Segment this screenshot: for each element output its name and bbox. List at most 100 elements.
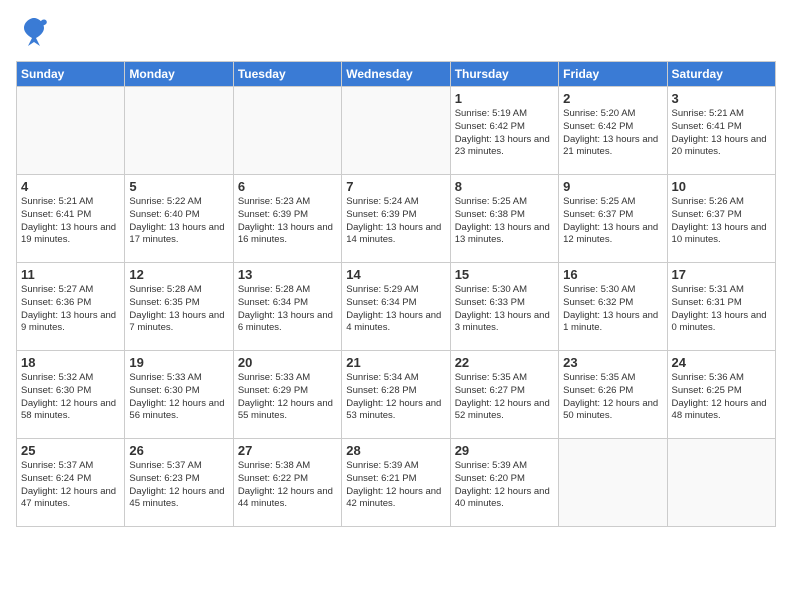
calendar-week-row: 18 Sunrise: 5:32 AM Sunset: 6:30 PM Dayli… (17, 351, 776, 439)
calendar-cell: 10 Sunrise: 5:26 AM Sunset: 6:37 PM Dayli… (667, 175, 775, 263)
calendar-table: SundayMondayTuesdayWednesdayThursdayFrid… (16, 61, 776, 527)
calendar-cell: 22 Sunrise: 5:35 AM Sunset: 6:27 PM Dayli… (450, 351, 558, 439)
day-number: 5 (129, 179, 228, 194)
calendar-cell: 28Sunrise: 5:39 AM Sunset: 6:21 PM Dayli… (342, 439, 450, 527)
day-info: Sunrise: 5:23 AM Sunset: 6:39 PM Dayligh… (238, 196, 337, 247)
day-number: 12 (129, 267, 228, 282)
day-number: 2 (563, 91, 662, 106)
day-info: Sunrise: 5:37 AM Sunset: 6:23 PM Dayligh… (129, 460, 228, 511)
day-number: 21 (346, 355, 445, 370)
calendar-week-row: 1 Sunrise: 5:19 AM Sunset: 6:42 PM Daylig… (17, 87, 776, 175)
calendar-cell: 26 Sunrise: 5:37 AM Sunset: 6:23 PM Dayli… (125, 439, 233, 527)
day-number: 14 (346, 267, 445, 282)
day-number: 9 (563, 179, 662, 194)
calendar-cell: 18 Sunrise: 5:32 AM Sunset: 6:30 PM Dayli… (17, 351, 125, 439)
day-header-wednesday: Wednesday (342, 62, 450, 87)
day-info: Sunrise: 5:30 AM Sunset: 6:32 PM Dayligh… (563, 284, 662, 335)
calendar-cell: 12Sunrise: 5:28 AM Sunset: 6:35 PM Dayli… (125, 263, 233, 351)
day-info: Sunrise: 5:24 AM Sunset: 6:39 PM Dayligh… (346, 196, 445, 247)
day-number: 20 (238, 355, 337, 370)
day-info: Sunrise: 5:36 AM Sunset: 6:25 PM Dayligh… (672, 372, 771, 423)
day-header-thursday: Thursday (450, 62, 558, 87)
day-number: 4 (21, 179, 120, 194)
calendar-cell: 9 Sunrise: 5:25 AM Sunset: 6:37 PM Daylig… (559, 175, 667, 263)
calendar-cell: 24 Sunrise: 5:36 AM Sunset: 6:25 PM Dayli… (667, 351, 775, 439)
day-number: 15 (455, 267, 554, 282)
calendar-cell: 21Sunrise: 5:34 AM Sunset: 6:28 PM Dayli… (342, 351, 450, 439)
calendar-cell: 19Sunrise: 5:33 AM Sunset: 6:30 PM Dayli… (125, 351, 233, 439)
day-header-sunday: Sunday (17, 62, 125, 87)
day-info: Sunrise: 5:38 AM Sunset: 6:22 PM Dayligh… (238, 460, 337, 511)
day-header-friday: Friday (559, 62, 667, 87)
calendar-cell: 8 Sunrise: 5:25 AM Sunset: 6:38 PM Daylig… (450, 175, 558, 263)
day-number: 25 (21, 443, 120, 458)
day-info: Sunrise: 5:20 AM Sunset: 6:42 PM Dayligh… (563, 108, 662, 159)
day-number: 24 (672, 355, 771, 370)
calendar-cell: 20 Sunrise: 5:33 AM Sunset: 6:29 PM Dayli… (233, 351, 341, 439)
calendar-cell (667, 439, 775, 527)
day-info: Sunrise: 5:21 AM Sunset: 6:41 PM Dayligh… (672, 108, 771, 159)
day-header-monday: Monday (125, 62, 233, 87)
day-number: 23 (563, 355, 662, 370)
day-number: 8 (455, 179, 554, 194)
calendar-week-row: 25 Sunrise: 5:37 AM Sunset: 6:24 PM Dayli… (17, 439, 776, 527)
logo (16, 16, 48, 53)
day-number: 27 (238, 443, 337, 458)
calendar-cell: 29Sunrise: 5:39 AM Sunset: 6:20 PM Dayli… (450, 439, 558, 527)
day-info: Sunrise: 5:28 AM Sunset: 6:34 PM Dayligh… (238, 284, 337, 335)
calendar-cell (342, 87, 450, 175)
day-number: 1 (455, 91, 554, 106)
calendar-cell (125, 87, 233, 175)
day-info: Sunrise: 5:31 AM Sunset: 6:31 PM Dayligh… (672, 284, 771, 335)
calendar-cell (17, 87, 125, 175)
day-number: 11 (21, 267, 120, 282)
calendar-cell: 4 Sunrise: 5:21 AM Sunset: 6:41 PM Daylig… (17, 175, 125, 263)
day-number: 10 (672, 179, 771, 194)
day-info: Sunrise: 5:26 AM Sunset: 6:37 PM Dayligh… (672, 196, 771, 247)
logo-bird-icon (20, 16, 48, 53)
day-number: 29 (455, 443, 554, 458)
calendar-cell: 25 Sunrise: 5:37 AM Sunset: 6:24 PM Dayli… (17, 439, 125, 527)
day-info: Sunrise: 5:35 AM Sunset: 6:26 PM Dayligh… (563, 372, 662, 423)
day-info: Sunrise: 5:22 AM Sunset: 6:40 PM Dayligh… (129, 196, 228, 247)
calendar-cell: 7 Sunrise: 5:24 AM Sunset: 6:39 PM Daylig… (342, 175, 450, 263)
day-number: 28 (346, 443, 445, 458)
calendar-week-row: 4 Sunrise: 5:21 AM Sunset: 6:41 PM Daylig… (17, 175, 776, 263)
day-number: 16 (563, 267, 662, 282)
day-number: 26 (129, 443, 228, 458)
calendar-header-row: SundayMondayTuesdayWednesdayThursdayFrid… (17, 62, 776, 87)
calendar-cell: 3 Sunrise: 5:21 AM Sunset: 6:41 PM Daylig… (667, 87, 775, 175)
day-header-saturday: Saturday (667, 62, 775, 87)
day-info: Sunrise: 5:33 AM Sunset: 6:30 PM Dayligh… (129, 372, 228, 423)
calendar-cell (559, 439, 667, 527)
day-number: 7 (346, 179, 445, 194)
day-number: 22 (455, 355, 554, 370)
day-info: Sunrise: 5:35 AM Sunset: 6:27 PM Dayligh… (455, 372, 554, 423)
day-info: Sunrise: 5:19 AM Sunset: 6:42 PM Dayligh… (455, 108, 554, 159)
day-number: 3 (672, 91, 771, 106)
day-number: 18 (21, 355, 120, 370)
day-info: Sunrise: 5:29 AM Sunset: 6:34 PM Dayligh… (346, 284, 445, 335)
calendar-cell: 1 Sunrise: 5:19 AM Sunset: 6:42 PM Daylig… (450, 87, 558, 175)
header (16, 16, 776, 53)
calendar-cell: 11 Sunrise: 5:27 AM Sunset: 6:36 PM Dayli… (17, 263, 125, 351)
day-info: Sunrise: 5:32 AM Sunset: 6:30 PM Dayligh… (21, 372, 120, 423)
calendar-cell: 13Sunrise: 5:28 AM Sunset: 6:34 PM Dayli… (233, 263, 341, 351)
calendar-cell: 14 Sunrise: 5:29 AM Sunset: 6:34 PM Dayli… (342, 263, 450, 351)
calendar-cell: 17 Sunrise: 5:31 AM Sunset: 6:31 PM Dayli… (667, 263, 775, 351)
day-info: Sunrise: 5:21 AM Sunset: 6:41 PM Dayligh… (21, 196, 120, 247)
day-number: 17 (672, 267, 771, 282)
day-info: Sunrise: 5:25 AM Sunset: 6:37 PM Dayligh… (563, 196, 662, 247)
calendar-cell: 27 Sunrise: 5:38 AM Sunset: 6:22 PM Dayli… (233, 439, 341, 527)
day-info: Sunrise: 5:37 AM Sunset: 6:24 PM Dayligh… (21, 460, 120, 511)
day-header-tuesday: Tuesday (233, 62, 341, 87)
day-info: Sunrise: 5:25 AM Sunset: 6:38 PM Dayligh… (455, 196, 554, 247)
calendar-cell (233, 87, 341, 175)
calendar-week-row: 11 Sunrise: 5:27 AM Sunset: 6:36 PM Dayli… (17, 263, 776, 351)
day-info: Sunrise: 5:33 AM Sunset: 6:29 PM Dayligh… (238, 372, 337, 423)
calendar-cell: 5 Sunrise: 5:22 AM Sunset: 6:40 PM Daylig… (125, 175, 233, 263)
calendar-cell: 6Sunrise: 5:23 AM Sunset: 6:39 PM Daylig… (233, 175, 341, 263)
calendar-cell: 2 Sunrise: 5:20 AM Sunset: 6:42 PM Daylig… (559, 87, 667, 175)
day-info: Sunrise: 5:27 AM Sunset: 6:36 PM Dayligh… (21, 284, 120, 335)
day-info: Sunrise: 5:30 AM Sunset: 6:33 PM Dayligh… (455, 284, 554, 335)
